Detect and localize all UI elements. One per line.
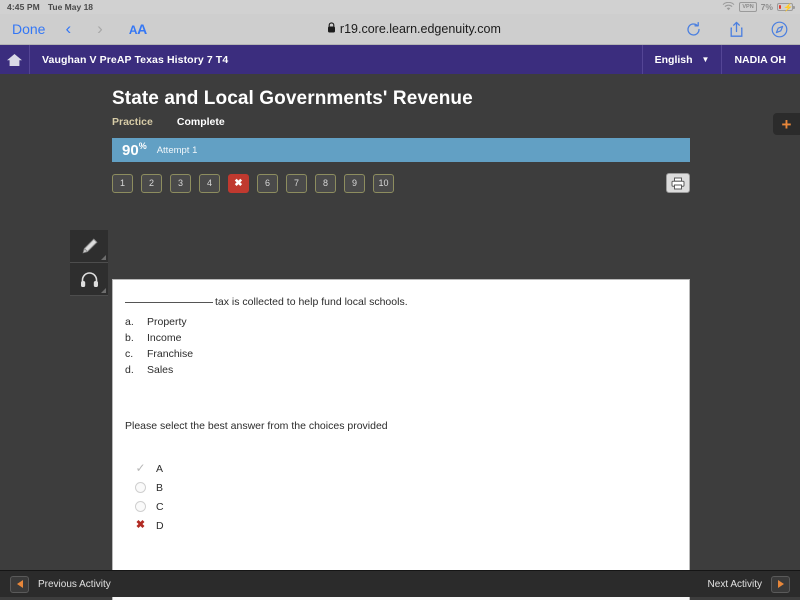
option-text: Sales bbox=[147, 362, 173, 378]
checkmark-icon: ✓ bbox=[135, 463, 146, 474]
language-label: English bbox=[655, 54, 693, 66]
question-button-1[interactable]: 1 bbox=[112, 174, 133, 193]
triangle-left-icon bbox=[10, 576, 29, 593]
question-option-list: a. Property b. Income c. Franchise d. Sa… bbox=[125, 314, 677, 378]
choice-label: D bbox=[156, 520, 164, 532]
question-option: c. Franchise bbox=[125, 346, 677, 362]
question-button-4[interactable]: 4 bbox=[199, 174, 220, 193]
choice-label: A bbox=[156, 463, 163, 475]
question-card: tax is collected to help fund local scho… bbox=[112, 279, 690, 600]
activity-subheader: Practice Complete bbox=[112, 116, 800, 128]
question-button-10[interactable]: 10 bbox=[373, 174, 394, 193]
previous-activity-label: Previous Activity bbox=[38, 579, 111, 590]
ios-status-bar: 4:45 PM Tue May 18 VPN 7% ⚡ bbox=[0, 0, 800, 14]
choice-label: B bbox=[156, 482, 163, 494]
forward-icon: › bbox=[97, 19, 103, 39]
option-text: Franchise bbox=[147, 346, 193, 362]
printer-icon[interactable] bbox=[666, 173, 690, 193]
chevron-down-icon: ▼ bbox=[702, 55, 710, 64]
answer-choice-a[interactable]: ✓ A bbox=[125, 459, 677, 478]
language-selector[interactable]: English ▼ bbox=[642, 45, 723, 74]
status-time: 4:45 PM bbox=[7, 2, 40, 12]
next-activity-button[interactable]: Next Activity bbox=[708, 576, 790, 593]
browser-toolbar: Done ‹ › AA r19.core.learn.edgenuity.com bbox=[0, 14, 800, 45]
course-navbar: Vaughan V PreAP Texas History 7 T4 Engli… bbox=[0, 45, 800, 74]
question-body: tax is collected to help fund local scho… bbox=[113, 280, 689, 570]
score-value: 90% bbox=[122, 141, 147, 159]
status-date: Tue May 18 bbox=[48, 2, 93, 12]
next-activity-label: Next Activity bbox=[708, 579, 762, 590]
question-stem-text: tax is collected to help fund local scho… bbox=[215, 296, 408, 308]
question-button-6[interactable]: 6 bbox=[257, 174, 278, 193]
activity-type: Practice bbox=[112, 116, 153, 128]
lock-icon bbox=[327, 22, 336, 36]
home-icon[interactable] bbox=[0, 45, 30, 74]
vpn-badge: VPN bbox=[739, 2, 756, 12]
option-letter: b. bbox=[125, 330, 147, 346]
radio-icon[interactable] bbox=[135, 482, 146, 493]
back-icon[interactable]: ‹ bbox=[65, 19, 71, 39]
option-text: Income bbox=[147, 330, 181, 346]
answer-choice-list: ✓ A B C ✖ D bbox=[125, 459, 677, 535]
radio-icon[interactable] bbox=[135, 501, 146, 512]
activity-nav-bar: Previous Activity Next Activity bbox=[0, 570, 800, 597]
battery-percent: 7% bbox=[761, 2, 773, 12]
question-option: d. Sales bbox=[125, 362, 677, 378]
question-button-9[interactable]: 9 bbox=[344, 174, 365, 193]
cross-icon: ✖ bbox=[135, 520, 146, 531]
battery-charging-icon: ⚡ bbox=[777, 3, 793, 11]
answer-prompt: Please select the best answer from the c… bbox=[125, 420, 677, 432]
text-size-button[interactable]: AA bbox=[129, 21, 147, 37]
question-button-5-incorrect[interactable]: ✖ bbox=[228, 174, 249, 193]
question-stem: tax is collected to help fund local scho… bbox=[125, 296, 677, 308]
option-letter: d. bbox=[125, 362, 147, 378]
headphones-icon[interactable] bbox=[70, 263, 108, 296]
triangle-right-icon bbox=[771, 576, 790, 593]
option-letter: a. bbox=[125, 314, 147, 330]
option-text: Property bbox=[147, 314, 187, 330]
question-option: b. Income bbox=[125, 330, 677, 346]
answer-choice-c[interactable]: C bbox=[125, 497, 677, 516]
question-nav-row: 1 2 3 4 ✖ 6 7 8 9 10 bbox=[112, 173, 690, 193]
answer-choice-d[interactable]: ✖ D bbox=[125, 516, 677, 535]
question-button-7[interactable]: 7 bbox=[286, 174, 307, 193]
lesson-header: State and Local Governments' Revenue Pra… bbox=[0, 74, 800, 193]
question-button-2[interactable]: 2 bbox=[141, 174, 162, 193]
option-letter: c. bbox=[125, 346, 147, 362]
question-option: a. Property bbox=[125, 314, 677, 330]
question-button-8[interactable]: 8 bbox=[315, 174, 336, 193]
choice-label: C bbox=[156, 501, 164, 513]
status-right-group: VPN 7% ⚡ bbox=[722, 2, 793, 13]
share-icon[interactable] bbox=[728, 21, 745, 38]
highlighter-pencil-icon[interactable] bbox=[70, 230, 108, 263]
activity-status: Complete bbox=[177, 116, 225, 128]
score-bar: 90% Attempt 1 bbox=[112, 138, 690, 162]
answer-choice-b[interactable]: B bbox=[125, 478, 677, 497]
course-title: Vaughan V PreAP Texas History 7 T4 bbox=[30, 54, 228, 66]
wifi-icon bbox=[722, 2, 735, 13]
attempt-label: Attempt 1 bbox=[157, 145, 198, 156]
previous-activity-button[interactable]: Previous Activity bbox=[10, 576, 111, 593]
page-body: + State and Local Governments' Revenue P… bbox=[0, 74, 800, 597]
add-button[interactable]: + bbox=[773, 113, 800, 135]
tool-rail bbox=[70, 230, 108, 296]
page-title: State and Local Governments' Revenue bbox=[112, 88, 800, 110]
done-button[interactable]: Done bbox=[12, 21, 45, 37]
address-bar[interactable]: r19.core.learn.edgenuity.com bbox=[147, 22, 681, 36]
navbar-right: English ▼ NADIA OH bbox=[642, 45, 800, 74]
screen: 4:45 PM Tue May 18 VPN 7% ⚡ Done ‹ › AA … bbox=[0, 0, 800, 600]
user-menu[interactable]: NADIA OH bbox=[722, 45, 800, 74]
question-button-3[interactable]: 3 bbox=[170, 174, 191, 193]
toolbar-icons bbox=[685, 21, 788, 38]
user-name: NADIA OH bbox=[734, 54, 786, 66]
url-text: r19.core.learn.edgenuity.com bbox=[340, 22, 501, 36]
compass-icon[interactable] bbox=[771, 21, 788, 38]
blank-line bbox=[125, 302, 213, 303]
reload-icon[interactable] bbox=[685, 21, 702, 38]
